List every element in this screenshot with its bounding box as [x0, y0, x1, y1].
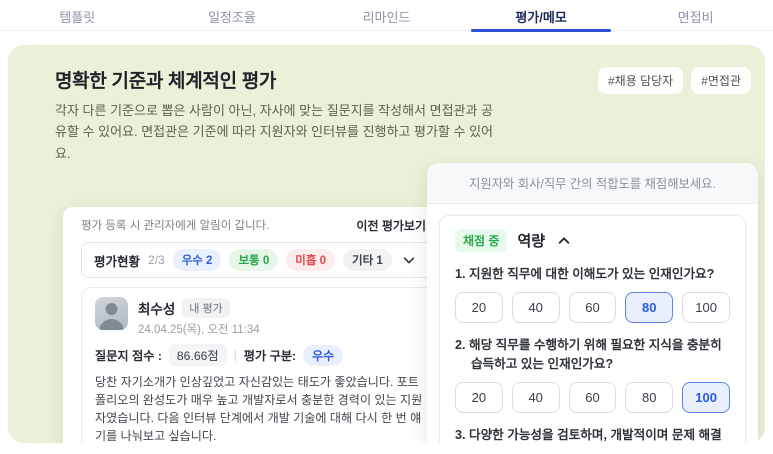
tab-evaluation-memo[interactable]: 평가/메모	[464, 0, 619, 30]
evaluation-status-box: 평가현황 2/3 우수 2 보통 0 미흡 0 기타 1	[81, 242, 444, 278]
question-2: 2. 해당 직무를 수행하기 위해 필요한 지식을 충분히 습득하고 있는 인재…	[455, 336, 730, 413]
status-badge-other: 기타 1	[343, 249, 392, 271]
tab-bar: 템플릿 일정조율 리마인드 평가/메모 면접비	[0, 0, 773, 31]
status-label: 평가현황	[94, 254, 141, 269]
page-description: 각자 다른 기준으로 뽑은 사람이 아닌, 자사에 맞는 질문지를 작성해서 면…	[55, 103, 494, 161]
avatar	[95, 297, 128, 330]
chevron-up-icon[interactable]	[557, 234, 571, 248]
tab-remind[interactable]: 리마인드	[309, 0, 464, 30]
hero-tags: #채용 담당자 #면접관	[597, 67, 751, 94]
grade-badge: 우수	[303, 344, 344, 366]
status-badge-excellent: 우수 2	[172, 249, 222, 271]
page: 템플릿 일정조율 리마인드 평가/메모 면접비 명확한 기준과 체계적인 평가 …	[0, 0, 773, 454]
section-title: 역량	[517, 233, 546, 250]
scoring-status-badge: 채점 중	[455, 229, 508, 252]
status-count: 2/3	[148, 253, 165, 267]
evaluation-datetime: 24.04.25(목), 오전 11:34	[138, 324, 260, 336]
feature-panel: 명확한 기준과 체계적인 평가 #채용 담당자 #면접관 각자 다른 기준으로 …	[8, 45, 765, 443]
notice-text: 평가 등록 시 관리자에게 알림이 갑니다.	[81, 220, 270, 232]
chevron-down-icon[interactable]	[402, 253, 416, 267]
scoring-section: 채점 중 역량 1. 지원한 직무에 대한 이해도가 있는 인재인가요? 20 …	[439, 215, 746, 443]
question-text: 2. 해당 직무를 수행하기 위해 필요한 지식을 충분히 습득하고 있는 인재…	[455, 337, 722, 371]
question-3: 3. 다양한 가능성을 검토하며, 개발적이며 문제 해결에 대한 의지가 있나…	[455, 426, 730, 443]
my-evaluation-badge: 내 평가	[182, 298, 230, 318]
question-1: 1. 지원한 직무에 대한 이해도가 있는 인재인가요? 20 40 60 80…	[455, 265, 730, 323]
score-option-20[interactable]: 20	[455, 381, 503, 413]
score-option-80[interactable]: 80	[625, 291, 674, 323]
page-title: 명확한 기준과 체계적인 평가	[55, 71, 277, 92]
status-badge-average: 보통 0	[229, 249, 279, 271]
score-option-100[interactable]: 100	[682, 291, 730, 323]
scoring-card-header: 지원자와 회사/직무 간의 적합도를 채점해보세요.	[427, 163, 758, 204]
evaluation-comment: 당찬 자기소개가 인상깊었고 자신감있는 태도가 좋았습니다. 포트폴리오의 완…	[95, 375, 423, 443]
grade-label: 평가 구분:	[243, 349, 297, 363]
evaluator-name: 최수성	[138, 302, 176, 317]
evaluation-entry: 최수성 내 평가 24.04.25(목), 오전 11:34 질문지 점수 : …	[81, 287, 444, 443]
tab-templates[interactable]: 템플릿	[0, 0, 155, 30]
scoring-card: 지원자와 회사/직무 간의 적합도를 채점해보세요. 채점 중 역량 1. 지원…	[427, 163, 758, 443]
tab-schedule[interactable]: 일정조율	[155, 0, 310, 30]
score-value: 86.66점	[168, 344, 227, 366]
tab-interview-fee[interactable]: 면접비	[618, 0, 773, 30]
question-text: 3. 다양한 가능성을 검토하며, 개발적이며 문제 해결에 대한 의지가 있나…	[455, 427, 722, 442]
question-text: 1. 지원한 직무에 대한 이해도가 있는 인재인가요?	[455, 267, 715, 281]
score-option-60[interactable]: 60	[568, 291, 617, 323]
score-option-60[interactable]: 60	[568, 381, 617, 413]
divider: |	[233, 348, 237, 362]
tag-recruiter: #채용 담당자	[597, 67, 684, 94]
score-option-20[interactable]: 20	[455, 291, 503, 323]
score-option-40[interactable]: 40	[511, 381, 560, 413]
evaluation-list-card: 평가 등록 시 관리자에게 알림이 갑니다. 이전 평가보기 (0) 평가현황 …	[63, 207, 462, 443]
score-label: 질문지 점수 :	[95, 349, 162, 363]
score-option-100[interactable]: 100	[682, 381, 730, 413]
status-badge-poor: 미흡 0	[286, 249, 335, 271]
score-option-80[interactable]: 80	[625, 381, 674, 413]
tag-interviewer: #면접관	[691, 67, 751, 94]
score-option-40[interactable]: 40	[511, 291, 560, 323]
